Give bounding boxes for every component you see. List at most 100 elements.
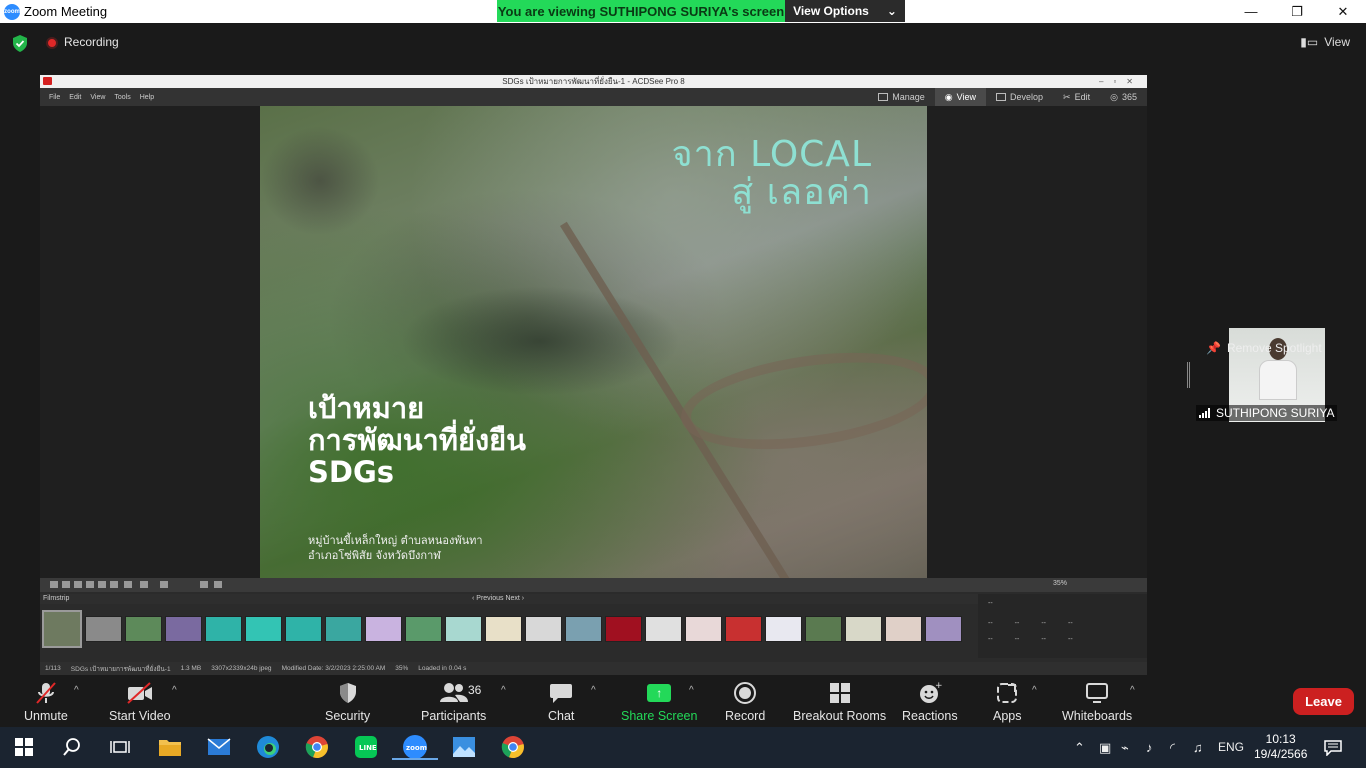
- svg-text:+: +: [935, 681, 942, 691]
- acdsee-zoom-level: 35%: [1052, 580, 1067, 587]
- filmstrip-thumbnail: [485, 616, 522, 642]
- chat-button[interactable]: Chat: [548, 679, 574, 723]
- filmstrip-thumbnail: [405, 616, 442, 642]
- participants-options-caret[interactable]: ^: [501, 685, 506, 696]
- filmstrip-thumbnail: [285, 616, 322, 642]
- start-video-button[interactable]: Start Video: [109, 679, 171, 723]
- filmstrip-thumbnail: [125, 616, 162, 642]
- whiteboards-options-caret[interactable]: ^: [1130, 685, 1135, 696]
- panel-splitter[interactable]: [1187, 362, 1190, 388]
- pin-icon: 📌: [1206, 341, 1221, 355]
- leave-button[interactable]: Leave: [1293, 688, 1354, 715]
- acdsee-view-toolbar: 35%: [40, 578, 1147, 592]
- close-button[interactable]: ✕: [1320, 0, 1366, 23]
- file-explorer-icon[interactable]: [157, 734, 183, 760]
- view-label: View: [1324, 35, 1350, 49]
- filmstrip-thumbnail: [805, 616, 842, 642]
- acdsee-titlebar: SDGs เป้าหมายการพัฒนาที่ยั่งยืน-1 - ACDS…: [40, 75, 1147, 88]
- language-indicator[interactable]: ENG: [1218, 740, 1244, 754]
- whiteboards-button[interactable]: Whiteboards: [1062, 679, 1132, 723]
- wifi-icon[interactable]: ◜: [1170, 740, 1175, 756]
- notifications-icon[interactable]: [1324, 740, 1342, 759]
- participants-icon: [439, 679, 469, 707]
- mail-icon[interactable]: [206, 734, 232, 760]
- record-button[interactable]: Record: [725, 679, 765, 723]
- security-shield-icon: [338, 679, 358, 707]
- view-button[interactable]: ▮▭ View: [1300, 35, 1350, 49]
- apps-button[interactable]: Apps: [993, 679, 1022, 723]
- acdsee-window-controls: –▫✕: [1099, 77, 1143, 86]
- remove-spotlight-button[interactable]: 📌 Remove Spotlight: [1206, 341, 1322, 355]
- metadata-panel: -- -- -- -- -- -- -- -- --: [978, 594, 1147, 658]
- filmstrip-nav: ‹ Previous Next ›: [472, 595, 525, 602]
- mode-develop: Develop: [986, 88, 1053, 106]
- security-button[interactable]: Security: [325, 679, 370, 723]
- filmstrip-thumbnail: [85, 616, 122, 642]
- photo-caption: หมู่บ้านขี้เหล็กใหญ่ ตำบลหนองพันทา อำเภอ…: [308, 534, 483, 562]
- meet-now-icon[interactable]: ▣: [1099, 740, 1111, 756]
- develop-icon: [996, 93, 1007, 101]
- acdsee-statusbar: 1/113 SDGs เป้าหมายการพัฒนาที่ยั่งยืน-1 …: [40, 662, 1147, 675]
- restore-button[interactable]: ❐: [1274, 0, 1320, 23]
- microphone-icon[interactable]: ♪: [1146, 740, 1153, 755]
- line-app-icon[interactable]: LINE: [353, 734, 379, 760]
- shared-screen: SDGs เป้าหมายการพัฒนาที่ยั่งยืน-1 - ACDS…: [40, 75, 1147, 675]
- view-options-button[interactable]: View Options ⌄: [785, 0, 905, 22]
- filmstrip-thumbnail: [765, 616, 802, 642]
- participant-name: SUTHIPONG SURIYA: [1216, 406, 1335, 420]
- filmstrip-thumbnail: [725, 616, 762, 642]
- chrome-icon-2[interactable]: [500, 734, 526, 760]
- unmute-button[interactable]: Unmute: [24, 679, 68, 723]
- windows-taskbar: LINE zoom ⌃ ▣ ⌁ ♪ ◜ ♫ ENG 10:13 19/4/256…: [0, 727, 1366, 768]
- encryption-shield-icon[interactable]: [12, 35, 28, 52]
- chat-options-caret[interactable]: ^: [591, 685, 596, 696]
- acdsee-mode-tabs: Manage ◉ View Develop ✂ Edit ◎ 365: [868, 88, 1147, 106]
- filmstrip-thumbnail: [205, 616, 242, 642]
- audio-options-caret[interactable]: ^: [74, 685, 79, 696]
- menu-view: View: [90, 93, 106, 101]
- participant-name-label: SUTHIPONG SURIYA: [1196, 405, 1338, 421]
- acdsee-app-icon: [43, 77, 52, 85]
- remove-spotlight-label: Remove Spotlight: [1226, 341, 1322, 355]
- minimize-button[interactable]: —: [1228, 0, 1274, 23]
- photo-headline: จาก LOCAL สู่ เลอค่า: [671, 134, 872, 213]
- filmstrip-thumbnail: [845, 616, 882, 642]
- recording-indicator-icon: [46, 37, 58, 49]
- filmstrip-thumbnail: [365, 616, 402, 642]
- search-icon[interactable]: [59, 734, 85, 760]
- chrome-icon[interactable]: [304, 734, 330, 760]
- share-screen-button[interactable]: ↑ Share Screen: [621, 679, 697, 723]
- reactions-button[interactable]: + Reactions: [902, 679, 958, 723]
- volume-icon[interactable]: ♫: [1193, 740, 1203, 755]
- svg-text:LINE: LINE: [359, 744, 377, 752]
- filmstrip-thumbnail: [605, 616, 642, 642]
- mode-365: ◎ 365: [1110, 91, 1137, 103]
- share-screen-icon: ↑: [647, 679, 672, 707]
- breakout-rooms-button[interactable]: Breakout Rooms: [793, 679, 886, 723]
- aerial-photo: จาก LOCAL สู่ เลอค่า เป้าหมาย การพัฒนาที…: [260, 106, 927, 578]
- meeting-toolbar: Unmute ^ Start Video ^ Security Particip…: [0, 675, 1366, 727]
- taskbar-clock[interactable]: 10:13 19/4/2566: [1254, 732, 1307, 762]
- recording-label[interactable]: Recording: [64, 35, 119, 49]
- filmstrip-thumbnail: [885, 616, 922, 642]
- mode-view: ◉ View: [934, 88, 987, 106]
- video-options-caret[interactable]: ^: [172, 685, 177, 696]
- share-options-caret[interactable]: ^: [689, 685, 694, 696]
- apps-icon: [996, 679, 1018, 707]
- tray-chevron-up-icon[interactable]: ⌃: [1074, 740, 1085, 756]
- filmstrip-label: Filmstrip: [43, 595, 70, 602]
- edit-icon: ✂: [1063, 91, 1071, 102]
- task-view-icon[interactable]: [107, 734, 133, 760]
- apps-options-caret[interactable]: ^: [1032, 685, 1037, 696]
- battery-icon[interactable]: ⌁: [1121, 740, 1129, 756]
- eye-icon: ◉: [944, 91, 953, 102]
- photos-app-icon[interactable]: [451, 734, 477, 760]
- edge-browser-icon[interactable]: [255, 734, 281, 760]
- zoom-taskbar-icon[interactable]: zoom: [392, 734, 438, 760]
- filmstrip-thumbnail: [645, 616, 682, 642]
- image-viewer: จาก LOCAL สู่ เลอค่า เป้าหมาย การพัฒนาที…: [40, 106, 1147, 578]
- filmstrip-thumbnail: [565, 616, 602, 642]
- windows-start-icon[interactable]: [11, 734, 37, 760]
- filmstrip-thumbnail: [925, 616, 962, 642]
- filmstrip-thumbnails: [42, 610, 972, 648]
